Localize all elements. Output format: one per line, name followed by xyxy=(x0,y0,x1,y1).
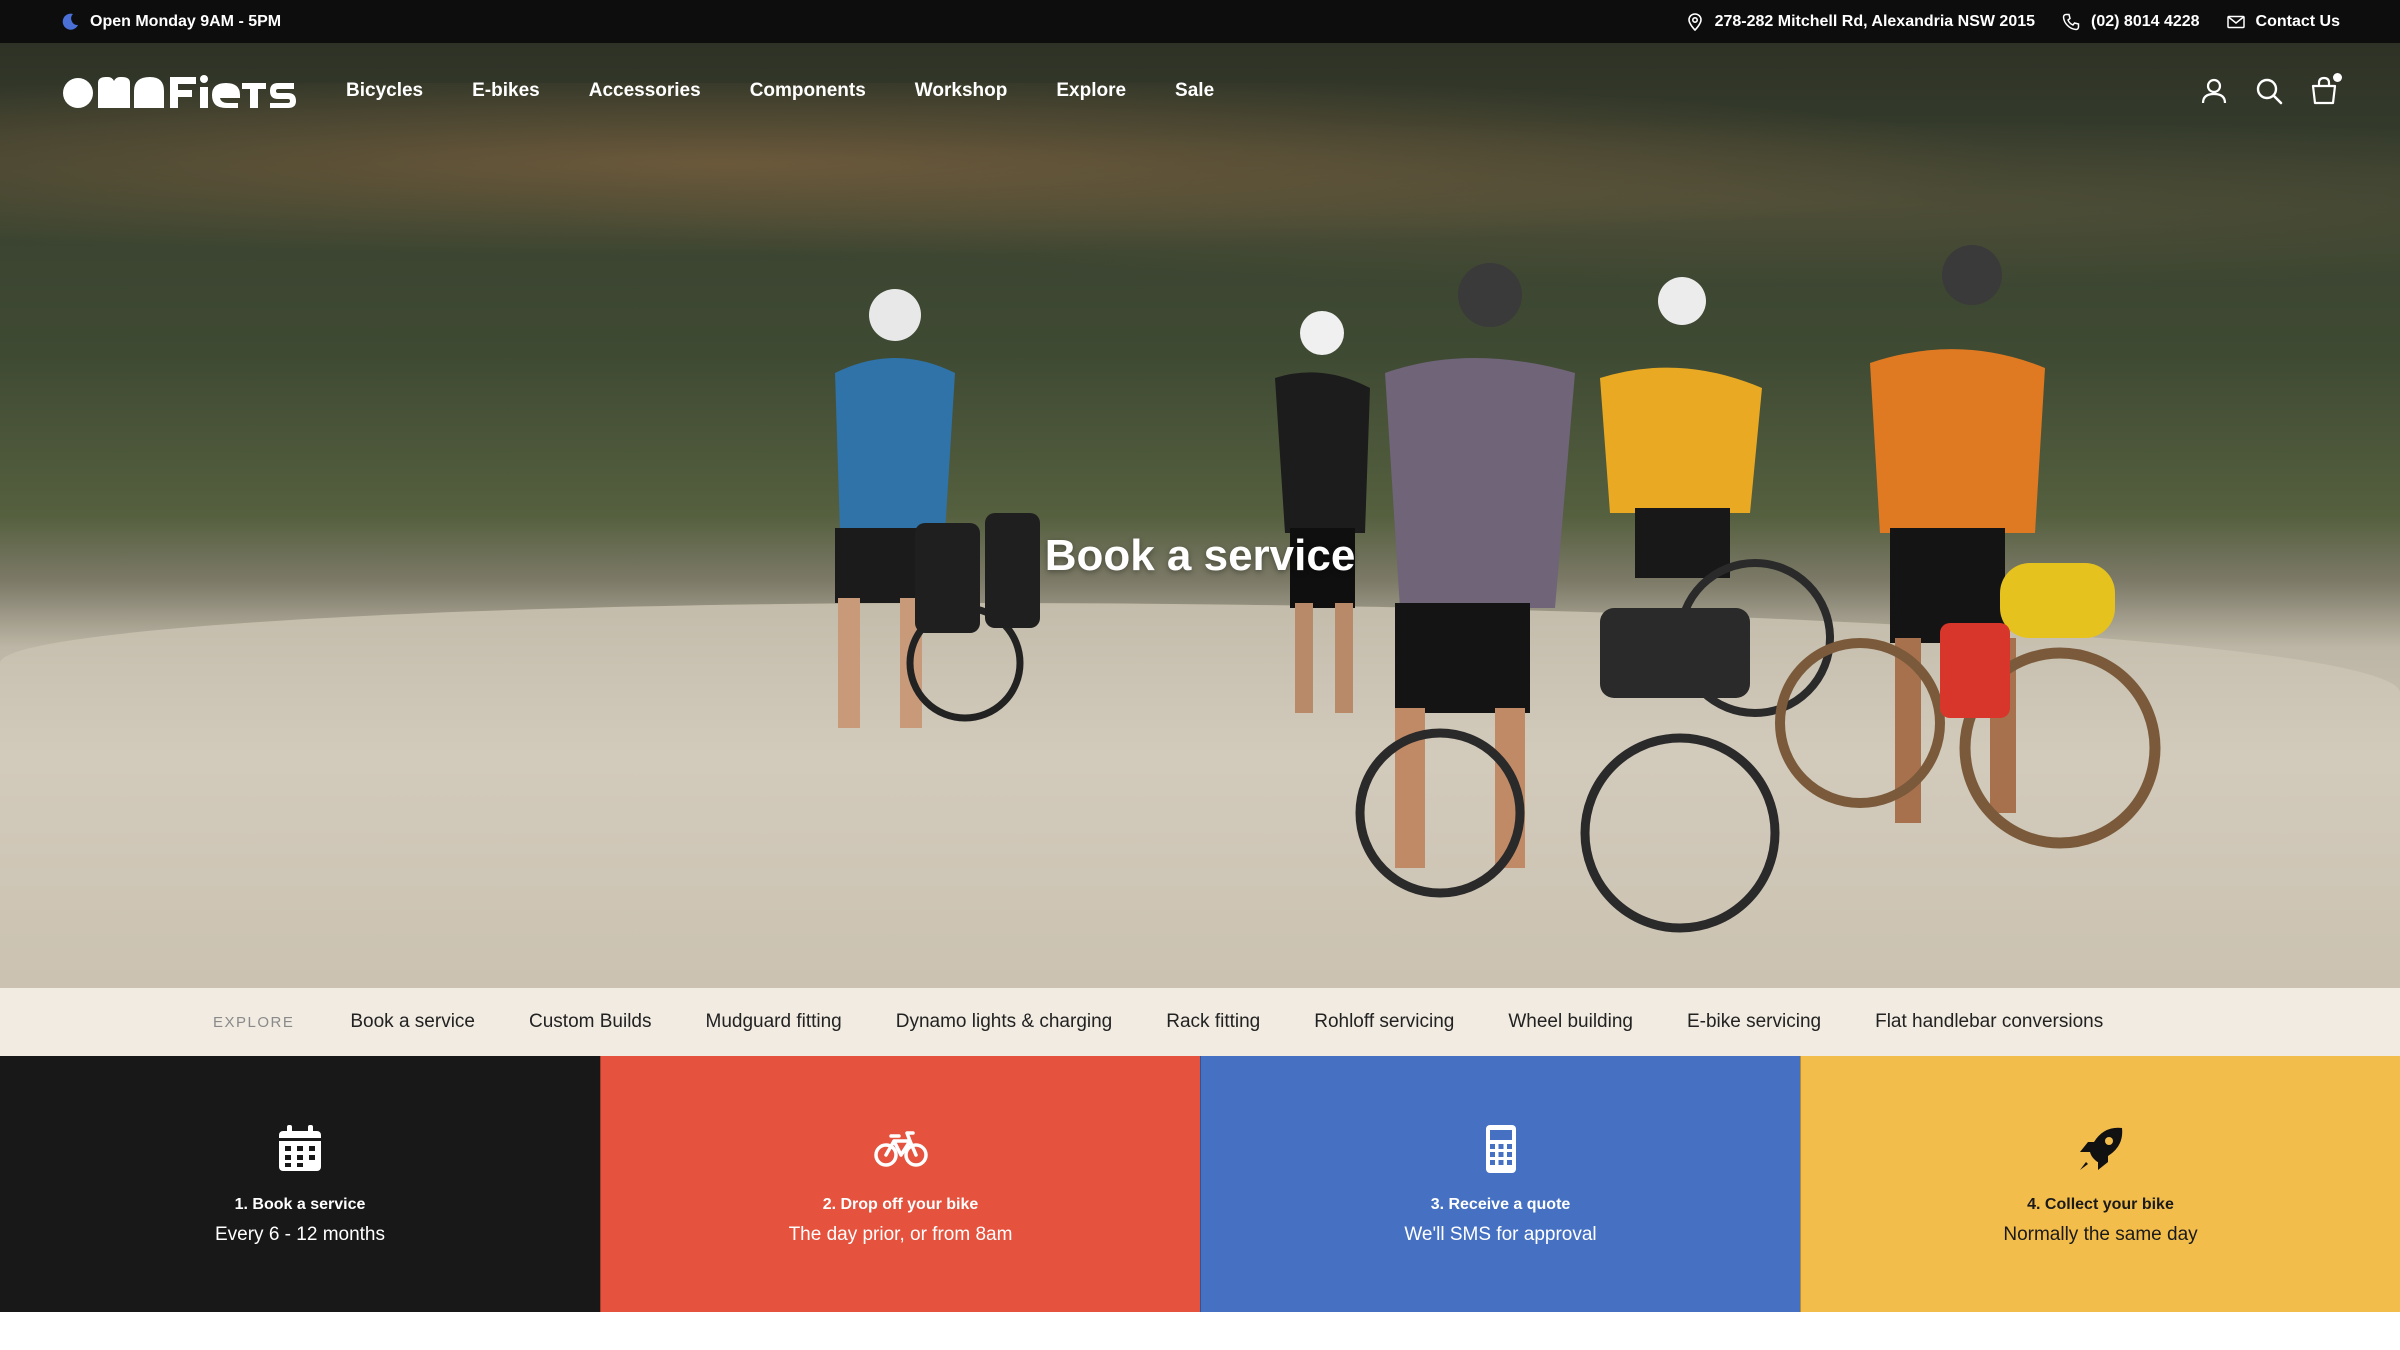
envelope-icon xyxy=(2226,15,2245,28)
nav-bicycles[interactable]: Bicycles xyxy=(346,80,423,102)
map-pin-icon xyxy=(1687,12,1702,31)
explore-link-mudguard-fitting[interactable]: Mudguard fitting xyxy=(706,1011,842,1033)
phone-icon xyxy=(2062,13,2080,30)
store-address[interactable]: 278-282 Mitchell Rd, Alexandria NSW 2015 xyxy=(1685,12,2035,32)
search-icon xyxy=(2256,78,2283,105)
account-button[interactable] xyxy=(2198,75,2230,107)
cart-button[interactable] xyxy=(2308,73,2342,107)
nav-sale[interactable]: Sale xyxy=(1175,80,1214,102)
nav-e-bikes[interactable]: E-bikes xyxy=(472,80,540,102)
nav-accessories[interactable]: Accessories xyxy=(589,80,701,102)
rocket-icon xyxy=(2074,1122,2128,1176)
step-description: Every 6 - 12 months xyxy=(214,1224,386,1245)
step-collect-bike: 4. Collect your bike Normally the same d… xyxy=(1800,1056,2400,1312)
step-receive-quote: 3. Receive a quote We'll SMS for approva… xyxy=(1200,1056,1800,1312)
cyclist-black xyxy=(1275,311,1370,713)
header-actions xyxy=(2175,73,2342,107)
step-title: 3. Receive a quote xyxy=(1430,1196,1571,1213)
explore-link-flat-handlebar[interactable]: Flat handlebar conversions xyxy=(1875,1011,2103,1033)
moon-icon xyxy=(62,13,78,30)
opening-hours-text: Open Monday 9AM - 5PM xyxy=(90,12,282,30)
explore-link-rohloff-servicing[interactable]: Rohloff servicing xyxy=(1314,1011,1454,1033)
bicycle-icon xyxy=(873,1122,928,1176)
account-icon xyxy=(2201,78,2227,104)
step-description: We'll SMS for approval xyxy=(1404,1224,1597,1245)
hero-title: Book a service xyxy=(1044,531,1356,580)
explore-link-dynamo-lights[interactable]: Dynamo lights & charging xyxy=(896,1011,1113,1033)
step-book-service: 1. Book a service Every 6 - 12 months xyxy=(0,1056,600,1312)
site-header: Bicycles E-bikes Accessories Components … xyxy=(0,43,2400,139)
opening-hours: Open Monday 9AM - 5PM xyxy=(60,12,281,32)
explore-link-e-bike-servicing[interactable]: E-bike servicing xyxy=(1687,1011,1821,1033)
address-text: 278-282 Mitchell Rd, Alexandria NSW 2015 xyxy=(1714,12,2036,30)
explore-link-rack-fitting[interactable]: Rack fitting xyxy=(1166,1011,1260,1033)
explore-link-custom-builds[interactable]: Custom Builds xyxy=(529,1011,652,1033)
cart-indicator-dot xyxy=(2333,73,2342,82)
nav-components[interactable]: Components xyxy=(750,80,866,102)
announcement-bar: Open Monday 9AM - 5PM 278-282 Mitchell R… xyxy=(0,0,2400,43)
explore-link-book-a-service[interactable]: Book a service xyxy=(350,1011,475,1033)
contact-text: Contact Us xyxy=(2255,12,2340,30)
explore-label: EXPLORE xyxy=(213,1013,295,1031)
step-title: 2. Drop off your bike xyxy=(822,1196,979,1213)
hero-cyclists-illustration xyxy=(835,245,2161,933)
site-logo[interactable] xyxy=(60,71,298,111)
hero-banner: Book a service xyxy=(0,43,2400,988)
cyclist-blue xyxy=(835,289,1040,728)
step-drop-off: 2. Drop off your bike The day prior, or … xyxy=(600,1056,1200,1312)
nav-explore[interactable]: Explore xyxy=(1056,80,1126,102)
nav-workshop[interactable]: Workshop xyxy=(915,80,1008,102)
search-button[interactable] xyxy=(2253,75,2285,107)
step-description: The day prior, or from 8am xyxy=(788,1224,1013,1245)
calendar-icon xyxy=(273,1122,327,1176)
main-nav: Bicycles E-bikes Accessories Components … xyxy=(346,80,1263,102)
step-title: 1. Book a service xyxy=(234,1196,366,1213)
service-steps: 1. Book a service Every 6 - 12 months 2.… xyxy=(0,1056,2400,1312)
step-title: 4. Collect your bike xyxy=(2027,1196,2174,1213)
calculator-icon xyxy=(1474,1122,1528,1176)
cyclist-purple xyxy=(1355,263,1780,933)
phone-text: (02) 8014 4228 xyxy=(2091,12,2200,30)
step-description: Normally the same day xyxy=(2003,1224,2198,1245)
omafiets-logo xyxy=(63,75,296,108)
phone-link[interactable]: (02) 8014 4228 xyxy=(2061,12,2200,32)
explore-bar: EXPLORE Book a service Custom Builds Mud… xyxy=(0,988,2400,1056)
explore-link-wheel-building[interactable]: Wheel building xyxy=(1508,1011,1633,1033)
contact-link[interactable]: Contact Us xyxy=(2226,12,2340,32)
